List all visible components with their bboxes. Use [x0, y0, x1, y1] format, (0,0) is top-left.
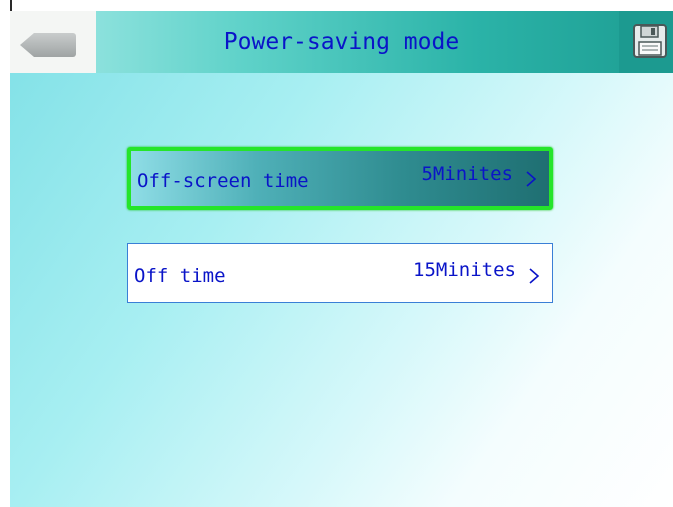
chevron-right-icon: [526, 244, 542, 302]
back-button-cell: [10, 11, 96, 73]
device-screen: Power-saving mode Off-screen time 5Minit…: [10, 11, 673, 507]
setting-value: 15Minites: [413, 259, 516, 281]
back-arrow-icon[interactable]: [20, 33, 76, 57]
setting-row-off-screen-time[interactable]: Off-screen time 5Minites: [127, 147, 553, 210]
setting-label: Off-screen time: [137, 169, 309, 192]
title-bar: Power-saving mode: [10, 11, 673, 73]
setting-label: Off time: [134, 265, 226, 287]
setting-row-off-time[interactable]: Off time 15Minites: [127, 243, 553, 303]
save-button-cell: [619, 11, 673, 73]
chevron-right-icon: [523, 151, 539, 206]
floppy-disk-icon[interactable]: [632, 23, 668, 59]
setting-value: 5Minites: [421, 162, 513, 185]
page-title: Power-saving mode: [223, 29, 460, 55]
